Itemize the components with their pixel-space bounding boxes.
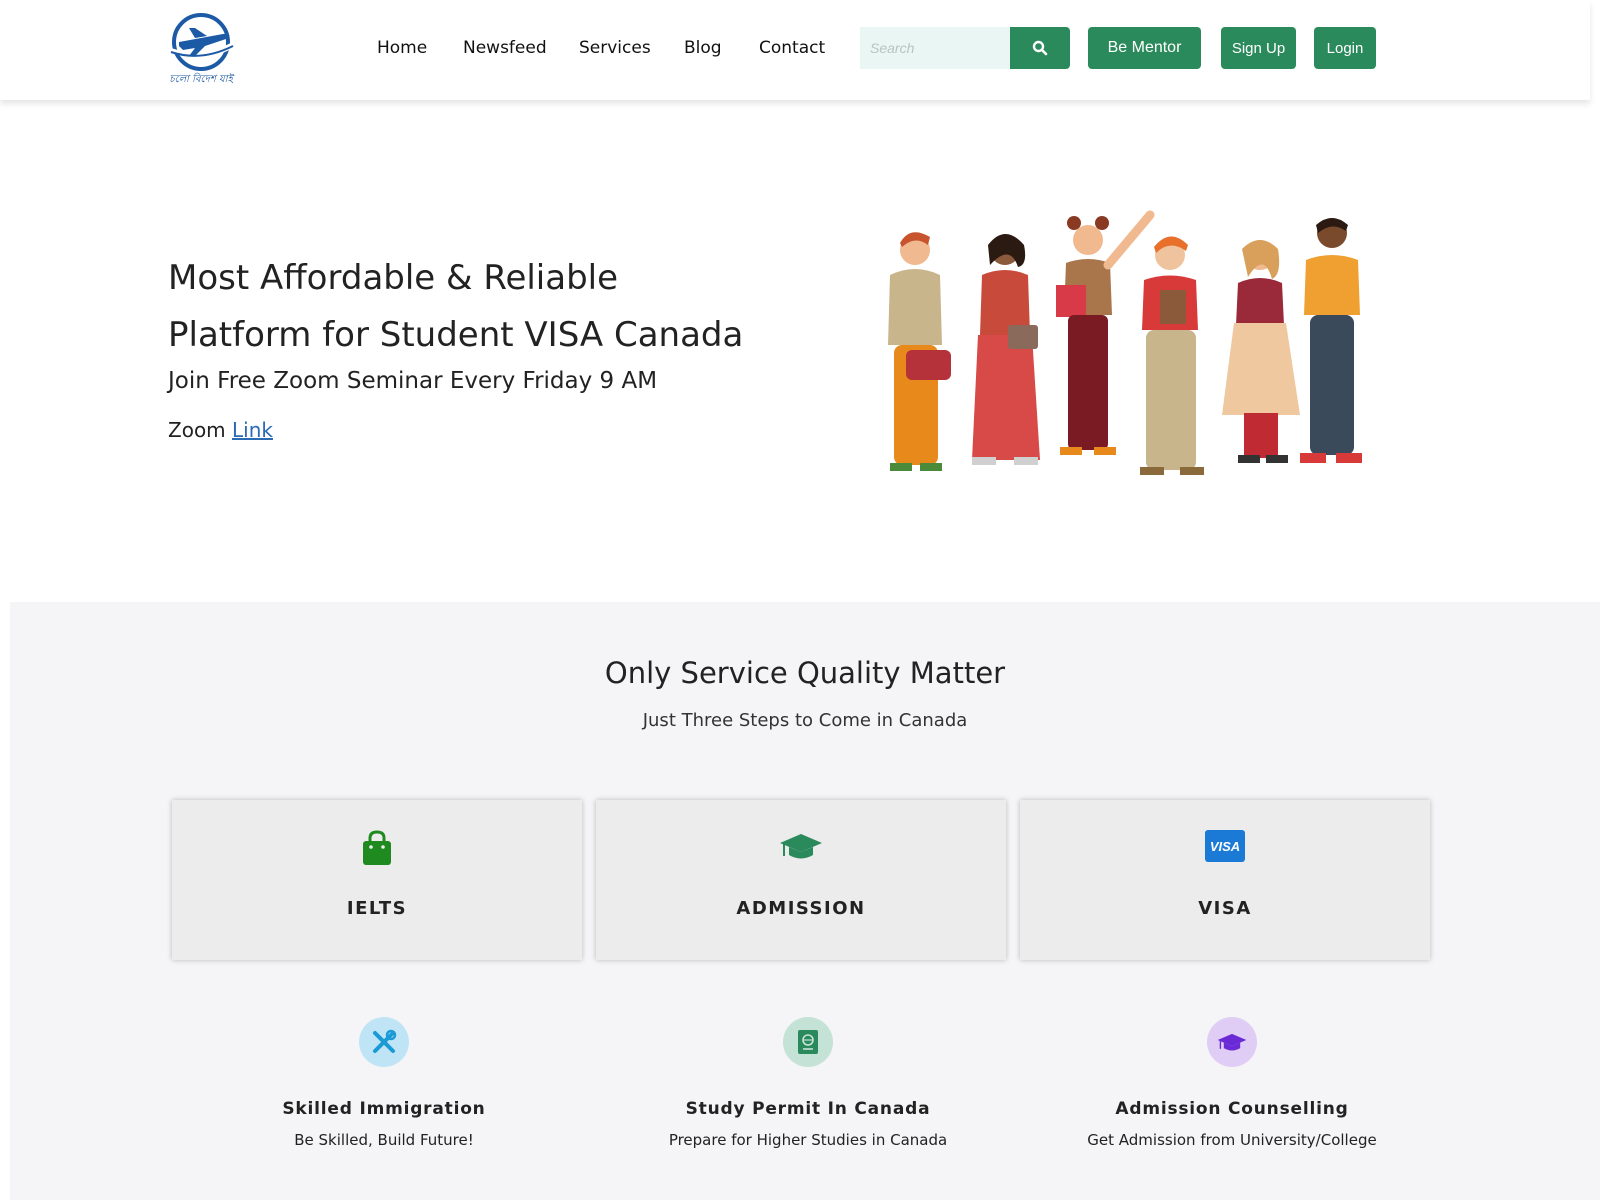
- zoom-label: Zoom: [168, 418, 226, 442]
- passport-icon: [798, 1030, 818, 1054]
- service-card-ielts[interactable]: IELTS: [172, 800, 582, 960]
- nav-contact[interactable]: Contact: [759, 38, 825, 58]
- service-card-admission[interactable]: ADMISSION: [596, 800, 1006, 960]
- student-figure: [1222, 240, 1300, 463]
- tools-icon: [373, 1029, 397, 1053]
- feature-study-permit: Study Permit In Canada Prepare for Highe…: [598, 1017, 1018, 1149]
- feature-title: Study Permit In Canada: [685, 1099, 931, 1119]
- service-card-visa[interactable]: VISA VISA: [1020, 800, 1430, 960]
- hero-title: Most Affordable & Reliable Platform for …: [168, 250, 768, 364]
- students-illustration: [888, 210, 1362, 475]
- student-figure: [888, 232, 951, 471]
- airplane-logo-icon: [170, 13, 234, 71]
- services-subtitle: Just Three Steps to Come in Canada: [642, 710, 968, 731]
- service-card-label: ADMISSION: [736, 898, 866, 919]
- feature-icon-circle: [359, 1017, 409, 1067]
- hero-title-line-2: Platform for Student VISA Canada: [168, 315, 744, 355]
- site-header: চলো বিদেশ যাই Home Newsfeed Services Blo…: [0, 0, 1590, 100]
- nav-home[interactable]: Home: [377, 38, 427, 58]
- services-section: Only Service Quality Matter Just Three S…: [10, 602, 1600, 1200]
- feature-skilled-immigration: Skilled Immigration Be Skilled, Build Fu…: [174, 1017, 594, 1149]
- service-card-label: VISA: [1198, 898, 1252, 919]
- feature-desc: Be Skilled, Build Future!: [294, 1131, 474, 1149]
- search-button[interactable]: [1010, 27, 1070, 69]
- student-figure: [972, 234, 1040, 465]
- zoom-link[interactable]: Link: [232, 418, 273, 442]
- hero-subtitle: Join Free Zoom Seminar Every Friday 9 AM: [168, 368, 658, 394]
- be-mentor-button[interactable]: Be Mentor: [1088, 27, 1201, 69]
- feature-icon-circle: [1207, 1017, 1257, 1067]
- feature-title: Admission Counselling: [1115, 1099, 1349, 1119]
- student-figure: [1300, 218, 1362, 463]
- logo-text: চলো বিদেশ যাই: [169, 74, 233, 85]
- sign-up-button[interactable]: Sign Up: [1221, 27, 1296, 69]
- student-figure: [1140, 236, 1204, 475]
- graduation-cap-icon: [1217, 1033, 1247, 1051]
- site-logo[interactable]: চলো বিদেশ যাই: [165, 12, 237, 88]
- feature-admission-counselling: Admission Counselling Get Admission from…: [1022, 1017, 1442, 1149]
- search-icon: [1032, 40, 1048, 56]
- feature-desc: Prepare for Higher Studies in Canada: [668, 1131, 948, 1149]
- search-input[interactable]: [860, 27, 1010, 69]
- visa-card-icon: VISA: [1205, 830, 1245, 862]
- student-figure: [1056, 210, 1155, 455]
- feature-icon-circle: [783, 1017, 833, 1067]
- zoom-line: Zoom Link: [168, 418, 273, 442]
- visa-card-icon-text: VISA: [1210, 839, 1240, 854]
- feature-title: Skilled Immigration: [282, 1099, 486, 1119]
- nav-newsfeed[interactable]: Newsfeed: [463, 38, 547, 58]
- services-title: Only Service Quality Matter: [604, 656, 1006, 690]
- shopping-bag-icon: [363, 830, 391, 865]
- feature-desc: Get Admission from University/College: [1087, 1131, 1377, 1149]
- nav-services[interactable]: Services: [579, 38, 651, 58]
- login-button[interactable]: Login: [1314, 27, 1376, 69]
- hero-title-line-1: Most Affordable & Reliable: [168, 258, 619, 298]
- service-card-label: IELTS: [346, 898, 408, 919]
- graduation-cap-icon: [780, 834, 822, 859]
- nav-blog[interactable]: Blog: [684, 38, 722, 58]
